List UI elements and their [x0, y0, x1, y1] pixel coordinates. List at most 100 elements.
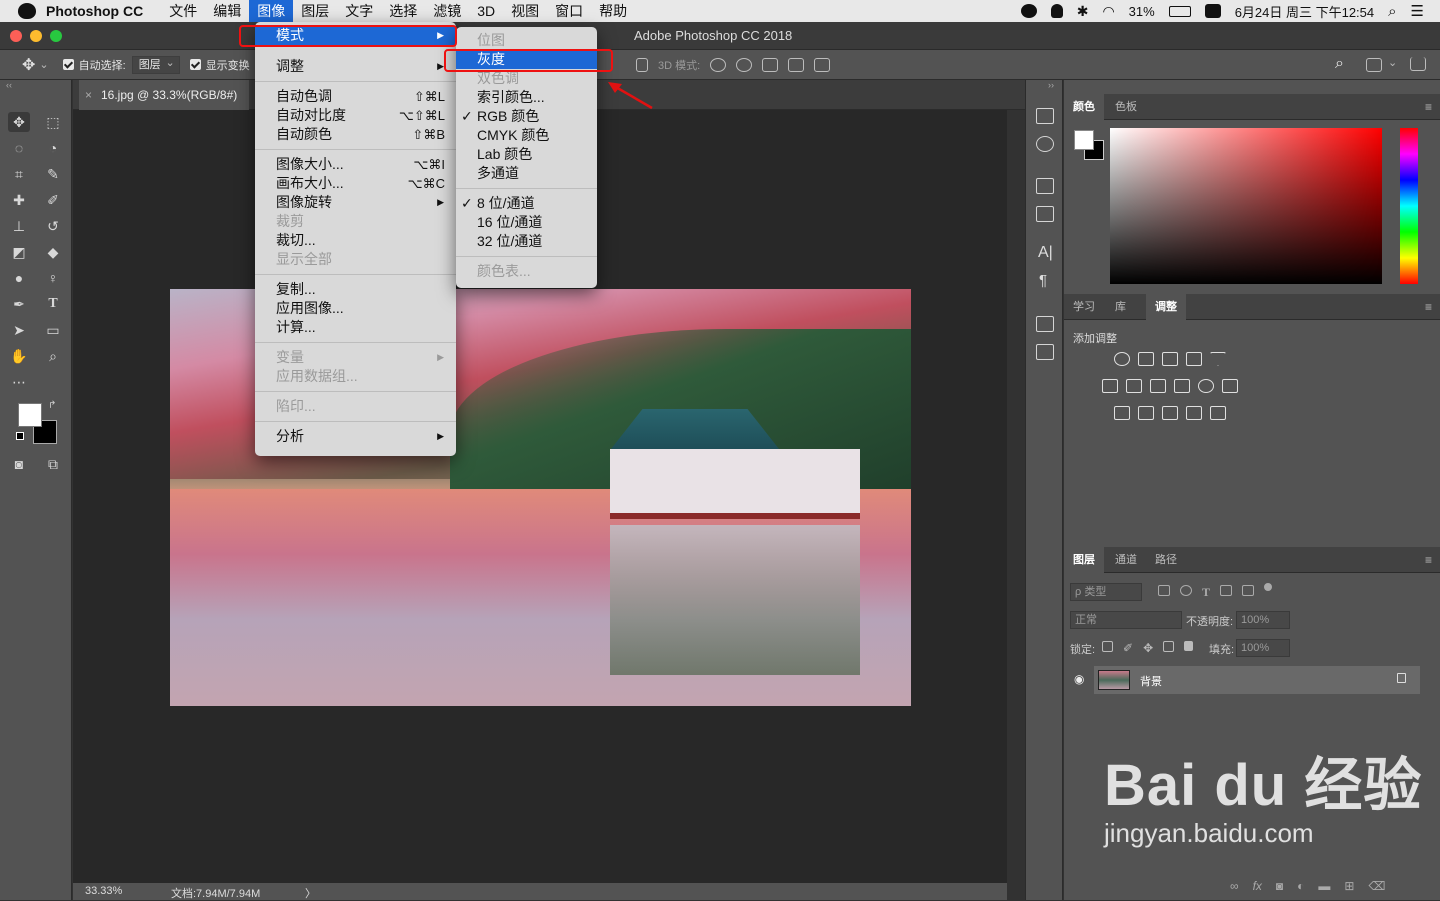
menu-item-adjustments[interactable]: 调整 ▶ [255, 57, 456, 76]
panel-collapse-icon[interactable]: ‹‹ [6, 80, 12, 90]
creative-cloud-icon[interactable] [1020, 4, 1037, 18]
layer-row[interactable]: 背景 [1094, 666, 1420, 694]
share-icon[interactable] [1410, 57, 1426, 71]
menu-item-apply-image[interactable]: 应用图像... [255, 299, 456, 318]
default-colors-icon[interactable] [16, 432, 24, 440]
auto-select-target-dropdown[interactable]: 图层 [131, 55, 180, 74]
menu-view[interactable]: 视图 [503, 0, 547, 22]
crop-tool-icon[interactable]: ⌗ [8, 164, 30, 184]
menu-item-duplicate[interactable]: 复制... [255, 280, 456, 299]
menu-3d[interactable]: 3D [469, 0, 503, 22]
filter-adjustment-icon[interactable] [1180, 585, 1192, 596]
history-brush-tool-icon[interactable]: ↺ [42, 216, 64, 236]
zoom-level[interactable]: 33.33% [85, 885, 122, 897]
tab-layers[interactable]: 图层 [1064, 547, 1104, 573]
selective-color-icon[interactable] [1186, 406, 1202, 420]
qq-icon[interactable] [1050, 4, 1063, 18]
dodge-tool-icon[interactable]: ♀ [42, 268, 64, 288]
menu-edit[interactable]: 编辑 [205, 0, 249, 22]
workspace-icon[interactable] [1366, 58, 1382, 72]
tab-channels[interactable]: 通道 [1106, 547, 1146, 573]
menu-item-cmyk-color[interactable]: CMYK 颜色 [456, 126, 597, 145]
threshold-icon[interactable] [1162, 406, 1178, 420]
hue-slider[interactable] [1400, 128, 1418, 284]
brush-tool-icon[interactable]: ✐ [42, 190, 64, 210]
marquee-tool-icon[interactable]: ⬚ [42, 112, 64, 132]
menu-item-indexed-color[interactable]: 索引颜色... [456, 88, 597, 107]
lock-transparent-icon[interactable] [1102, 641, 1113, 652]
close-document-icon[interactable]: × [85, 80, 92, 110]
filter-pixel-icon[interactable] [1158, 585, 1170, 596]
distribute-icon[interactable] [636, 58, 648, 72]
filter-toggle-icon[interactable] [1264, 583, 1273, 591]
color-picker-field[interactable] [1110, 128, 1382, 284]
menu-help[interactable]: 帮助 [591, 0, 635, 22]
status-menu-arrow[interactable]: 〉 [305, 885, 316, 901]
menu-item-auto-tone[interactable]: 自动色调 ⇧⌘L [255, 87, 456, 106]
menu-item-canvas-size[interactable]: 画布大小... ⌥⌘C [255, 174, 456, 193]
exposure-icon[interactable] [1186, 352, 1202, 366]
rectangle-tool-icon[interactable]: ▭ [42, 320, 64, 340]
auto-select-checkbox[interactable] [62, 59, 74, 70]
healing-brush-tool-icon[interactable]: ✚ [8, 190, 30, 210]
menu-item-trim[interactable]: 裁切... [255, 231, 456, 250]
lock-all-icon[interactable] [1184, 641, 1194, 651]
3d-camera-icon[interactable] [814, 58, 831, 72]
lasso-tool-icon[interactable]: ◌ [8, 138, 30, 158]
add-mask-icon[interactable]: ◙ [1276, 879, 1283, 893]
blur-tool-icon[interactable]: ● [8, 268, 30, 288]
menu-item-32-bit[interactable]: 32 位/通道 [456, 232, 597, 251]
document-tab[interactable]: × 16.jpg @ 33.3%(RGB/8#) [79, 80, 250, 110]
3d-orbit-icon[interactable] [710, 58, 727, 72]
brush-settings-icon[interactable] [1036, 178, 1054, 194]
menu-item-16-bit[interactable]: 16 位/通道 [456, 213, 597, 232]
tab-swatches[interactable]: 色板 [1106, 94, 1146, 120]
clock[interactable]: 6月24日 周三 下午12:54 [1235, 2, 1374, 21]
3d-slide-icon[interactable] [788, 58, 805, 72]
panel-foreground-color[interactable] [1074, 130, 1094, 150]
posterize-icon[interactable] [1138, 406, 1154, 420]
workspace-dropdown[interactable]: ⌄ [1388, 56, 1397, 69]
type-tool-icon[interactable]: T [42, 294, 64, 314]
show-transform-checkbox[interactable] [189, 59, 201, 70]
tab-paths[interactable]: 路径 [1146, 547, 1186, 573]
layer-filter-kind[interactable]: ρ 类型 [1070, 583, 1142, 601]
fx-icon[interactable]: fx [1253, 879, 1262, 893]
menu-item-analysis[interactable]: 分析 ▶ [255, 427, 456, 446]
delete-layer-icon[interactable]: ⌫ [1368, 879, 1385, 893]
menu-file[interactable]: 文件 [161, 0, 205, 22]
dock-collapse-icon[interactable]: ›› [1048, 80, 1054, 90]
menu-item-auto-contrast[interactable]: 自动对比度 ⌥⇧⌘L [255, 106, 456, 125]
menu-item-rgb-color[interactable]: ✓ RGB 颜色 [456, 107, 597, 126]
tab-adjustments[interactable]: 调整 [1146, 294, 1186, 320]
hue-saturation-icon[interactable] [1102, 379, 1118, 393]
eyedropper-tool-icon[interactable]: ✎ [42, 164, 64, 184]
levels-icon[interactable] [1138, 352, 1154, 366]
menu-item-calculations[interactable]: 计算... [255, 318, 456, 337]
menu-item-auto-color[interactable]: 自动颜色 ⇧⌘B [255, 125, 456, 144]
wifi-icon[interactable]: ◠ [1102, 3, 1114, 20]
info-panel-icon[interactable] [1036, 136, 1054, 152]
quick-select-tool-icon[interactable]: ◔ [42, 138, 64, 158]
notes-icon[interactable] [1036, 344, 1054, 360]
paragraph-panel-icon[interactable]: ¶ [1039, 272, 1047, 289]
paint-bucket-tool-icon[interactable]: ◆ [42, 242, 64, 262]
zoom-window-button[interactable] [50, 30, 62, 42]
layer-name[interactable]: 背景 [1140, 673, 1162, 689]
swap-colors-icon[interactable]: ↱ [48, 400, 56, 411]
menu-item-multichannel[interactable]: 多通道 [456, 164, 597, 183]
spotlight-search-icon[interactable]: ⌕ [1388, 3, 1396, 20]
link-layers-icon[interactable]: ∞ [1230, 879, 1239, 893]
3d-pan-icon[interactable] [762, 58, 779, 72]
menu-item-image-rotation[interactable]: 图像旋转 ▶ [255, 193, 456, 212]
notification-center-icon[interactable]: ☰ [1411, 2, 1424, 20]
filter-type-icon[interactable]: T [1202, 585, 1210, 600]
app-menu[interactable]: Photoshop CC [46, 3, 143, 19]
apple-icon[interactable] [18, 3, 36, 19]
layer-lock-icon[interactable] [1397, 673, 1406, 683]
move-tool-icon[interactable]: ✥ [8, 112, 30, 132]
menu-window[interactable]: 窗口 [547, 0, 591, 22]
filter-shape-icon[interactable] [1220, 585, 1233, 596]
menu-filter[interactable]: 滤镜 [425, 0, 469, 22]
black-white-icon[interactable] [1150, 379, 1166, 393]
